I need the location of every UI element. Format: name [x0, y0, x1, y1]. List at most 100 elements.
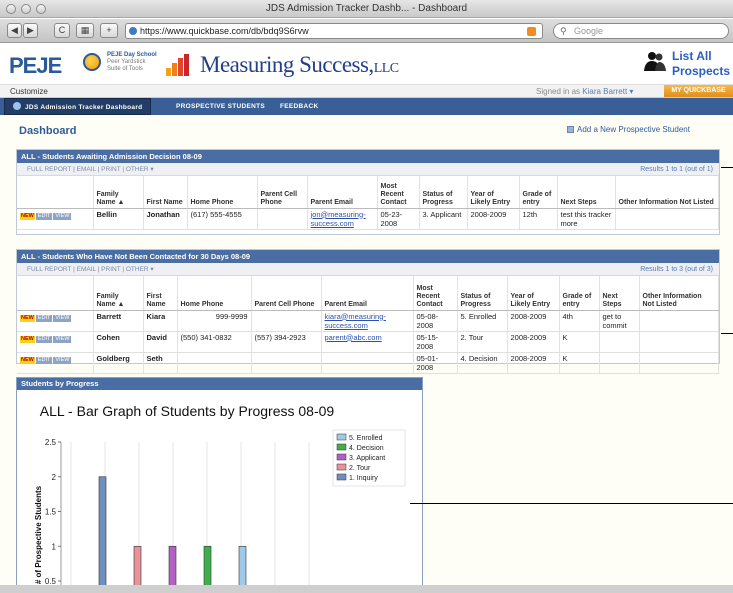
back-button[interactable]: ◀: [7, 23, 22, 38]
rss-icon[interactable]: [527, 27, 536, 36]
window-title: JDS Admission Tracker Dashb... - Dashboa…: [265, 3, 468, 14]
url-text: https://www.quickbase.com/db/bdq9S6rvw: [140, 26, 309, 36]
tab-dashboard-label: JDS Admission Tracker Dashboard: [25, 104, 143, 111]
people-icon[interactable]: [643, 49, 667, 73]
peje-logo[interactable]: PEJE: [9, 53, 62, 79]
chart-ytick-label: 1.5: [45, 508, 57, 517]
table-row: NEW EDIT VIEW Goldberg Seth 05-01-2008 4. …: [17, 352, 719, 374]
chart-legend-label: 5. Enrolled: [349, 435, 383, 442]
cell-other: [639, 331, 719, 353]
view-button[interactable]: VIEW: [53, 356, 72, 364]
divider-line: [721, 333, 733, 334]
bookmarks-button[interactable]: ▦: [76, 23, 94, 38]
add-bookmark-button[interactable]: +: [100, 23, 118, 38]
forward-button[interactable]: ▶: [23, 23, 38, 38]
user-menu[interactable]: Kiara Barrett ▾: [582, 87, 633, 96]
col-grade[interactable]: Grade of entry: [559, 276, 600, 311]
report-tools-links[interactable]: FULL REPORT | EMAIL | PRINT | OTHER ▾: [27, 266, 154, 273]
col-actions: [17, 276, 94, 311]
view-button[interactable]: VIEW: [53, 314, 72, 322]
cell-cell-phone: [257, 208, 308, 230]
col-other-info[interactable]: Other Information Not Listed: [615, 176, 719, 209]
my-quickbase-button[interactable]: MY QUICKBASE: [664, 85, 733, 97]
report-toolbar: FULL REPORT | EMAIL | PRINT | OTHER ▾ Re…: [17, 263, 719, 276]
chart-legend-swatch: [336, 473, 347, 481]
cell-grade: 4th: [559, 310, 600, 332]
cell-email[interactable]: kiara@measuring-success.com: [321, 310, 414, 332]
add-prospect-link[interactable]: Add a New Prospective Student: [567, 125, 690, 134]
reload-button[interactable]: C: [54, 23, 70, 38]
tab-prospective-students[interactable]: PROSPECTIVE STUDENTS: [168, 98, 273, 115]
col-next-steps[interactable]: Next Steps: [557, 176, 616, 209]
tab-dashboard[interactable]: JDS Admission Tracker Dashboard: [4, 98, 152, 115]
col-parent-email[interactable]: Parent Email: [307, 176, 378, 209]
edit-button[interactable]: EDIT: [35, 356, 53, 364]
url-bar[interactable]: https://www.quickbase.com/db/bdq9S6rvw: [125, 23, 543, 39]
ms-logo-llc: LLC: [373, 61, 399, 76]
progress-bar-chart: ALL - Bar Graph of Students by Progress …: [34, 403, 406, 592]
col-actions: [17, 176, 94, 209]
bar-chart-logo-icon: [166, 54, 196, 76]
col-family-name[interactable]: Family Name ▲: [93, 176, 144, 209]
cell-email[interactable]: jon@measuring-success.com: [307, 208, 378, 230]
col-first-name[interactable]: First Name: [143, 276, 178, 311]
email-link[interactable]: parent@abc.com: [325, 333, 382, 342]
chart-bar: [98, 476, 107, 592]
cell-cell-phone: [251, 352, 322, 374]
report-tools-links[interactable]: FULL REPORT | EMAIL | PRINT | OTHER ▾: [27, 166, 154, 173]
col-first-name[interactable]: First Name: [143, 176, 188, 209]
col-family-name[interactable]: Family Name ▲: [93, 276, 144, 311]
new-badge: NEW: [20, 335, 35, 343]
peje-line1: PEJE Day School: [107, 52, 157, 58]
customize-link[interactable]: Customize: [10, 87, 48, 96]
col-parent-cell[interactable]: Parent Cell Phone: [257, 176, 308, 209]
table-row: NEW EDIT VIEW Barrett Kiara 999-9999 kiara…: [17, 310, 719, 332]
browser-toolbar: ◀ ▶ C ▦ + https://www.quickbase.com/db/b…: [0, 19, 733, 43]
window-bottom-edge: [0, 585, 733, 593]
chart-legend-label: 3. Applicant: [349, 455, 385, 462]
list-all-prospects-link[interactable]: List All Prospects: [672, 49, 730, 79]
new-badge: NEW: [20, 212, 35, 220]
col-status[interactable]: Status of Progress: [457, 276, 508, 311]
col-other-info[interactable]: Other Information Not Listed: [639, 276, 719, 311]
tab-feedback[interactable]: FEEDBACK: [272, 98, 327, 115]
col-year-entry[interactable]: Year of Likely Entry: [467, 176, 520, 209]
cell-year: 2008-2009: [507, 352, 560, 374]
cell-email[interactable]: parent@abc.com: [321, 331, 414, 353]
col-parent-cell[interactable]: Parent Cell Phone: [251, 276, 322, 311]
peje-tagline: PEJE Day School Peer Yardstick Suite of …: [107, 52, 157, 73]
col-year-entry[interactable]: Year of Likely Entry: [507, 276, 560, 311]
view-button[interactable]: VIEW: [53, 212, 72, 220]
col-next-steps[interactable]: Next Steps: [599, 276, 640, 311]
measuring-success-logo[interactable]: Measuring Success,LLC: [200, 52, 399, 78]
add-prospect-label: Add a New Prospective Student: [577, 125, 690, 134]
edit-button[interactable]: EDIT: [35, 335, 53, 343]
search-input[interactable]: ⚲ Google: [553, 23, 729, 39]
add-icon: [567, 126, 574, 133]
cell-email[interactable]: [321, 352, 414, 374]
table-row: NEW EDIT VIEW Cohen David (550) 341-0832 (…: [17, 331, 719, 353]
col-parent-email[interactable]: Parent Email: [321, 276, 414, 311]
email-link[interactable]: jon@measuring-success.com: [311, 210, 366, 228]
cell-grade: K: [559, 331, 600, 353]
view-button[interactable]: VIEW: [53, 335, 72, 343]
chart-ytick-label: 1: [52, 542, 57, 551]
chart-legend-swatch: [336, 443, 347, 451]
cell-family: Bellin: [93, 208, 144, 230]
cell-cell-phone: (557) 394-2923: [251, 331, 322, 353]
cell-grade: K: [559, 352, 600, 374]
chart-panel-title: Students by Progress: [17, 378, 422, 390]
col-grade[interactable]: Grade of entry: [519, 176, 558, 209]
col-recent-contact[interactable]: Most Recent Contact: [377, 176, 420, 209]
report-toolbar: FULL REPORT | EMAIL | PRINT | OTHER ▾ Re…: [17, 163, 719, 176]
site-header: PEJE PEJE Day School Peer Yardstick Suit…: [0, 44, 733, 84]
edit-button[interactable]: EDIT: [35, 212, 53, 220]
email-link[interactable]: kiara@measuring-success.com: [325, 312, 386, 330]
col-home-phone[interactable]: Home Phone: [177, 276, 252, 311]
divider-line: [410, 503, 733, 504]
signed-in-label: Signed in as: [536, 87, 581, 96]
col-home-phone[interactable]: Home Phone: [187, 176, 258, 209]
col-status[interactable]: Status of Progress: [419, 176, 468, 209]
edit-button[interactable]: EDIT: [35, 314, 53, 322]
col-recent-contact[interactable]: Most Recent Contact: [413, 276, 458, 311]
